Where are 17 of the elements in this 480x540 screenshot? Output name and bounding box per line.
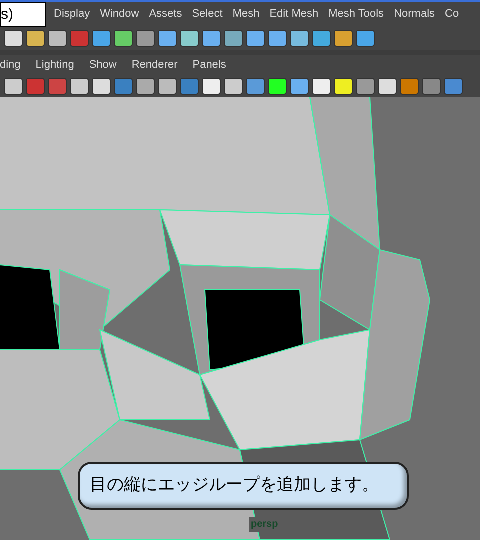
- panel-menu-item[interactable]: Panels: [192, 56, 226, 74]
- menu-item[interactable]: Window: [100, 6, 140, 23]
- panel-menu-item[interactable]: ding: [0, 56, 21, 74]
- menu-item[interactable]: Co: [445, 6, 460, 23]
- caption-text: 目の縦にエッジループを追加します。: [89, 474, 379, 498]
- panel-menu-item[interactable]: Lighting: [36, 56, 74, 74]
- menu-item[interactable]: Normals: [394, 6, 436, 23]
- menu-item[interactable]: Select: [192, 6, 223, 23]
- panel-menu-item[interactable]: Show: [89, 56, 117, 74]
- menu-item[interactable]: Assets: [149, 6, 182, 23]
- menu-item[interactable]: Mesh Tools: [328, 6, 384, 23]
- panel-menu-item[interactable]: Renderer: [132, 56, 178, 74]
- menu-item[interactable]: Display: [54, 6, 90, 23]
- title-field[interactable]: s): [0, 2, 46, 27]
- menu-item[interactable]: Edit Mesh: [270, 6, 319, 23]
- camera-label: persp: [249, 517, 280, 532]
- menu-item[interactable]: Mesh: [232, 6, 260, 23]
